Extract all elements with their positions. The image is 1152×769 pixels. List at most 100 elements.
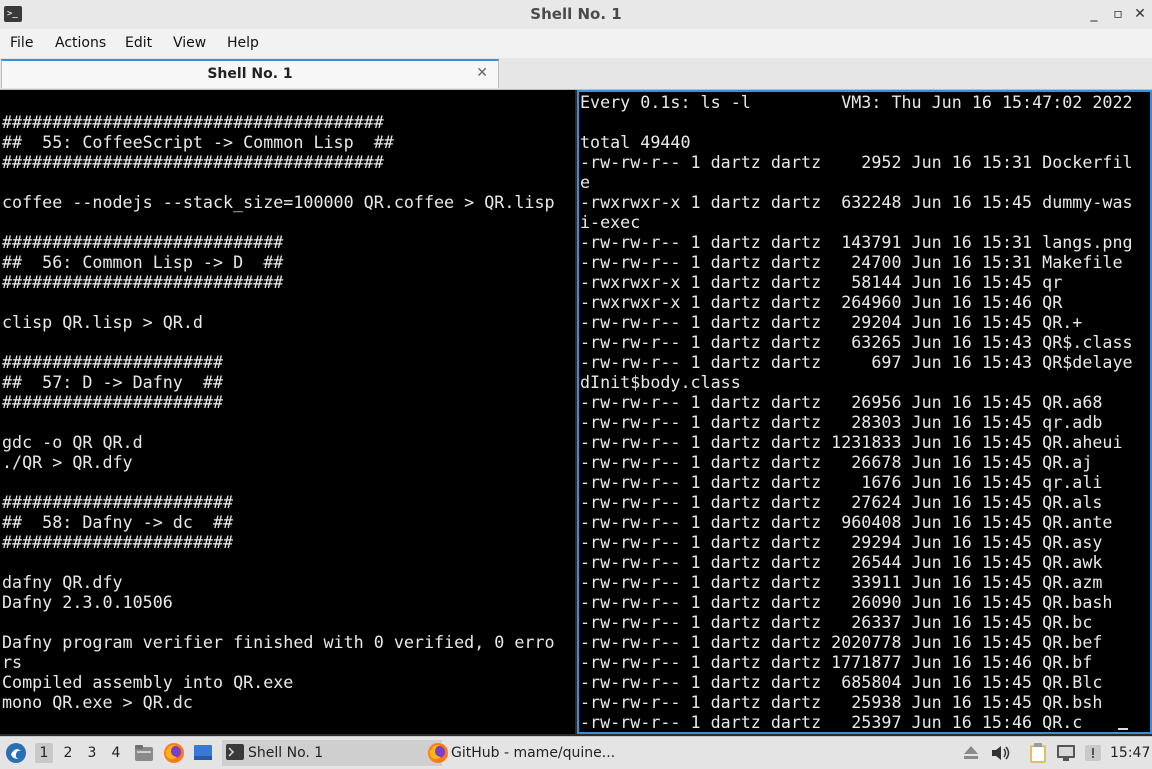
terminal-line: -rw-rw-r-- 1 dartz dartz 960408 Jun 16 1…	[580, 512, 1113, 532]
terminal-line: -rw-rw-r-- 1 dartz dartz 27624 Jun 16 15…	[580, 492, 1103, 512]
terminal-line: -rw-rw-r-- 1 dartz dartz 33911 Jun 16 15…	[580, 572, 1103, 592]
taskbar: 1 2 3 4 Shell No. 1 GitHub - mame/quine.…	[0, 736, 1152, 769]
terminal-line: -rw-rw-r-- 1 dartz dartz 1676 Jun 16 15:…	[580, 472, 1103, 492]
maximize-icon[interactable]: ▫	[1108, 4, 1128, 24]
menu-help[interactable]: Help	[227, 35, 259, 51]
workspace-1[interactable]: 1	[35, 743, 53, 763]
terminal-line: -rw-rw-r-- 1 dartz dartz 63265 Jun 16 15…	[580, 332, 1133, 352]
terminal-line: #######################	[2, 492, 234, 512]
terminal-line: ############################	[2, 272, 284, 292]
terminal-cursor	[1118, 728, 1128, 730]
terminal-line: i-exec	[580, 212, 641, 232]
terminal-line: ## 55: CoffeeScript -> Common Lisp ##	[2, 132, 394, 152]
network-icon[interactable]	[1055, 743, 1077, 763]
terminal-line: ######################################	[2, 152, 384, 172]
task-label: Shell No. 1	[248, 745, 324, 761]
menu-bar: File Actions Edit View Help	[0, 29, 1152, 58]
terminal-line: rs	[2, 652, 23, 672]
menu-view[interactable]: View	[173, 35, 206, 51]
workspace-4[interactable]: 4	[107, 743, 125, 763]
terminal-pane-right[interactable]: Every 0.1s: ls -l VM3: Thu Jun 16 15:47:…	[577, 90, 1152, 734]
terminal-line: -rw-rw-r-- 1 dartz dartz 26337 Jun 16 15…	[580, 612, 1093, 632]
terminal-line: -rwxrwxr-x 1 dartz dartz 632248 Jun 16 1…	[580, 192, 1133, 212]
terminal-icon	[226, 744, 244, 760]
terminal-line: ######################	[2, 392, 224, 412]
clipboard-icon[interactable]	[1028, 742, 1048, 764]
terminal-line: -rw-rw-r-- 1 dartz dartz 2020778 Jun 16 …	[580, 632, 1103, 652]
task-github-firefox[interactable]: GitHub - mame/quine...	[425, 740, 651, 766]
terminal-line: -rw-rw-r-- 1 dartz dartz 28303 Jun 16 15…	[580, 412, 1103, 432]
tab-close-icon[interactable]: ✕	[476, 65, 488, 81]
terminal-line: clisp QR.lisp > QR.d	[2, 312, 203, 332]
tab-shell-1[interactable]: Shell No. 1 ✕	[1, 59, 499, 88]
terminal-line: -rw-rw-r-- 1 dartz dartz 24700 Jun 16 15…	[580, 252, 1123, 272]
terminal-line: coffee --nodejs --stack_size=100000 QR.c…	[2, 192, 555, 212]
terminal-line: ./QR > QR.dfy	[2, 452, 133, 472]
terminal-line: -rw-rw-r-- 1 dartz dartz 1771877 Jun 16 …	[580, 652, 1093, 672]
workspace-2[interactable]: 2	[59, 743, 77, 763]
terminal-line: total 49440	[580, 132, 691, 152]
terminal-line: Dafny program verifier finished with 0 v…	[2, 632, 555, 652]
terminal-line: -rw-rw-r-- 1 dartz dartz 26544 Jun 16 15…	[580, 552, 1103, 572]
tab-label: Shell No. 1	[207, 66, 293, 82]
terminal-line: ## 58: Dafny -> dc ##	[2, 512, 234, 532]
terminal-line: Every 0.1s: ls -l VM3: Thu Jun 16 15:47:…	[580, 92, 1133, 112]
file-manager-icon[interactable]	[134, 743, 154, 763]
terminal-line: ## 56: Common Lisp -> D ##	[2, 252, 284, 272]
terminal-line: ######################################	[2, 112, 384, 132]
terminal-line: -rw-rw-r-- 1 dartz dartz 26678 Jun 16 15…	[580, 452, 1093, 472]
firefox-icon	[428, 743, 448, 763]
show-desktop-icon[interactable]	[193, 744, 213, 762]
terminal-line: -rw-rw-r-- 1 dartz dartz 25938 Jun 16 15…	[580, 692, 1103, 712]
terminal-line: -rw-rw-r-- 1 dartz dartz 25397 Jun 16 15…	[580, 712, 1083, 732]
terminal-line: -rw-rw-r-- 1 dartz dartz 26956 Jun 16 15…	[580, 392, 1103, 412]
terminal-line: -rw-rw-r-- 1 dartz dartz 2952 Jun 16 15:…	[580, 152, 1133, 172]
firefox-icon[interactable]	[163, 742, 185, 764]
terminal-line: -rw-rw-r-- 1 dartz dartz 29294 Jun 16 15…	[580, 532, 1103, 552]
clock[interactable]: 15:47	[1110, 737, 1150, 769]
window-title: Shell No. 1	[530, 5, 622, 23]
terminal-line: dInit$body.class	[580, 372, 741, 392]
terminal-line: -rw-rw-r-- 1 dartz dartz 697 Jun 16 15:4…	[580, 352, 1133, 372]
terminal-line: -rw-rw-r-- 1 dartz dartz 26090 Jun 16 15…	[580, 592, 1113, 612]
terminal-line: -rw-rw-r-- 1 dartz dartz 685804 Jun 16 1…	[580, 672, 1103, 692]
terminal-line: Compiled assembly into QR.exe	[2, 672, 294, 692]
terminal-line: ############################	[2, 232, 284, 252]
terminal-line: -rw-rw-r-- 1 dartz dartz 143791 Jun 16 1…	[580, 232, 1133, 252]
workspace-3[interactable]: 3	[83, 743, 101, 763]
task-shell-no-1[interactable]: Shell No. 1	[222, 740, 442, 766]
terminal-line: -rwxrwxr-x 1 dartz dartz 264960 Jun 16 1…	[580, 292, 1063, 312]
menu-actions[interactable]: Actions	[55, 35, 106, 51]
terminal-line: #######################	[2, 532, 234, 552]
close-icon[interactable]: ✕	[1130, 4, 1150, 24]
terminal-line: ######################	[2, 352, 224, 372]
start-menu-icon[interactable]	[5, 742, 27, 764]
notification-icon[interactable]	[1083, 743, 1103, 763]
menu-file[interactable]: File	[10, 35, 33, 51]
window-titlebar[interactable]: >_ Shell No. 1 _ ▫ ✕	[0, 0, 1152, 30]
eject-icon[interactable]	[962, 743, 980, 763]
menu-edit[interactable]: Edit	[125, 35, 152, 51]
volume-icon[interactable]	[990, 743, 1012, 763]
terminal-line: dafny QR.dfy	[2, 572, 123, 592]
terminal-pane-left[interactable]: ###################################### ##…	[0, 90, 575, 734]
tab-bar: Shell No. 1 ✕	[0, 58, 1152, 90]
terminal-line: -rw-rw-r-- 1 dartz dartz 29204 Jun 16 15…	[580, 312, 1083, 332]
terminal-line: mono QR.exe > QR.dc	[2, 692, 193, 712]
task-label: GitHub - mame/quine...	[451, 745, 616, 761]
terminal-line: gdc -o QR QR.d	[2, 432, 143, 452]
minimize-icon[interactable]: _	[1084, 4, 1104, 24]
terminal-line: Dafny 2.3.0.10506	[2, 592, 173, 612]
terminal-line: -rw-rw-r-- 1 dartz dartz 1231833 Jun 16 …	[580, 432, 1123, 452]
